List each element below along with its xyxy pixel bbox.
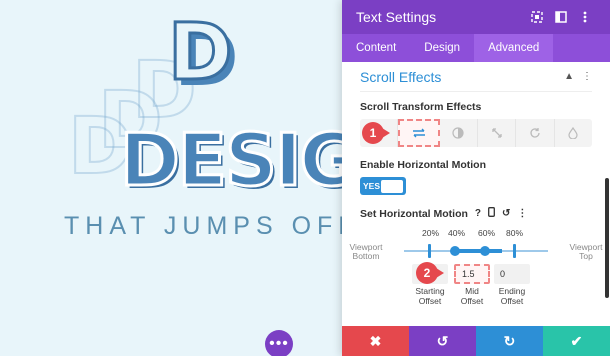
set-horizontal-label: Set Horizontal Motion ? ↺ ⋮	[360, 207, 592, 220]
mobile-icon[interactable]	[488, 207, 495, 220]
section-header-scroll-effects[interactable]: Scroll Effects ▲ ⋮	[360, 62, 592, 92]
horizontal-motion-icon[interactable]	[398, 119, 440, 147]
slider-handle-20[interactable]	[428, 244, 431, 258]
more-vertical-icon[interactable]: ⋮	[582, 71, 592, 82]
redo-button[interactable]: ↻	[476, 326, 543, 356]
more-vertical-icon[interactable]: ⋮	[517, 208, 527, 219]
redo-icon: ↻	[503, 332, 516, 349]
enable-horizontal-label: Enable Horizontal Motion	[360, 159, 486, 171]
tab-design[interactable]: Design	[410, 34, 474, 62]
reset-icon[interactable]: ↺	[502, 208, 510, 219]
big-letter-d: D	[167, 8, 235, 98]
undo-button[interactable]: ↺	[409, 326, 476, 356]
close-icon: ✖	[369, 332, 382, 349]
tab-advanced[interactable]: Advanced	[474, 34, 554, 62]
fading-icon[interactable]	[440, 119, 478, 147]
offset-labels: Starting Offset Mid Offset Ending Offset	[360, 286, 592, 308]
panel-title: Text Settings	[356, 9, 437, 25]
toggle-text: YES	[363, 181, 381, 191]
slider-handle-60[interactable]	[480, 246, 490, 256]
scroll-effects-tabs: 1	[360, 119, 592, 147]
mid-offset-input[interactable]: 1.5	[454, 264, 490, 284]
panel-footer: ✖ ↺ ↻ ✔	[342, 326, 610, 356]
tagline-text: THAT JUMPS OFF T	[64, 212, 342, 240]
check-icon: ✔	[570, 332, 583, 349]
rotating-icon[interactable]	[516, 119, 555, 147]
percent-20: 20%	[422, 228, 440, 238]
settings-panel: Text Settings Content Design Advanced Sc…	[342, 0, 610, 356]
chevron-up-icon[interactable]: ▲	[564, 71, 574, 82]
step-marker-1: 1	[362, 122, 390, 144]
percent-80: 80%	[506, 228, 524, 238]
more-vertical-icon[interactable]	[574, 6, 596, 28]
slider-handle-80[interactable]	[513, 244, 516, 258]
mid-offset-label: Mid Offset	[460, 286, 484, 306]
panel-tabs: Content Design Advanced	[342, 34, 610, 62]
motion-range-slider[interactable]: Viewport Bottom Viewport Top	[350, 240, 603, 262]
slider-mid-range	[454, 249, 502, 253]
blur-icon[interactable]	[555, 119, 592, 147]
screenshot-icon[interactable]	[526, 6, 548, 28]
horizontal-motion-toggle[interactable]: YES	[360, 177, 406, 195]
module-options-button[interactable]: •••	[265, 330, 293, 356]
viewport-bottom-label: Viewport Bottom	[349, 242, 383, 261]
ending-offset-label: Ending Offset	[498, 286, 526, 306]
design-heading: DESIG	[119, 117, 342, 204]
set-horizontal-text: Set Horizontal Motion	[360, 207, 468, 220]
panel-body: Scroll Effects ▲ ⋮ Scroll Transform Effe…	[342, 62, 610, 326]
section-title: Scroll Effects	[360, 68, 442, 85]
scaling-icon[interactable]	[478, 119, 517, 147]
offset-inputs: 1.5 0 2	[360, 262, 592, 286]
percentage-labels: 20% 40% 60% 80%	[360, 226, 592, 240]
starting-offset-label: Starting Offset	[415, 286, 445, 306]
percent-60: 60%	[478, 228, 496, 238]
cancel-button[interactable]: ✖	[342, 326, 409, 356]
builder-canvas: D D D D DESIG THAT JUMPS OFF T •••	[0, 0, 342, 356]
help-icon[interactable]: ?	[475, 208, 481, 219]
percent-40: 40%	[448, 228, 466, 238]
slider-handle-40[interactable]	[450, 246, 460, 256]
save-button[interactable]: ✔	[543, 326, 610, 356]
sidebar-icon[interactable]	[550, 6, 572, 28]
scroll-transform-label: Scroll Transform Effects	[360, 101, 482, 113]
toggle-knob	[381, 179, 403, 193]
panel-scrollbar[interactable]	[605, 178, 609, 298]
ending-offset-input[interactable]: 0	[494, 264, 530, 284]
undo-icon: ↺	[436, 332, 449, 349]
panel-header: Text Settings	[342, 0, 610, 34]
tab-content[interactable]: Content	[342, 34, 410, 62]
viewport-top-label: Viewport Top	[569, 242, 603, 261]
step-marker-2: 2	[416, 262, 444, 284]
